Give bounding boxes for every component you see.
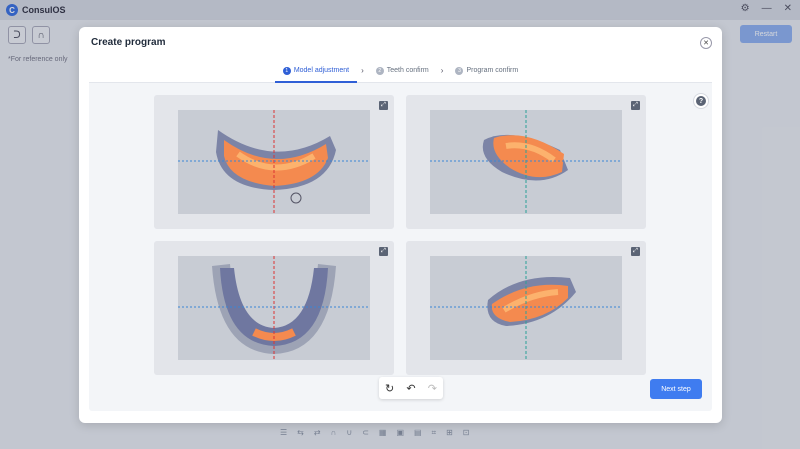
expand-icon[interactable]: ⤢ bbox=[631, 247, 640, 256]
dialog-title: Create program bbox=[91, 37, 166, 48]
model-canvas[interactable] bbox=[430, 256, 622, 360]
expand-icon[interactable]: ⤢ bbox=[631, 101, 640, 110]
step-label: Program confirm bbox=[466, 67, 519, 74]
dental-model-side bbox=[430, 110, 622, 214]
step-label: Teeth confirm bbox=[386, 67, 429, 74]
model-canvas[interactable] bbox=[178, 110, 370, 214]
dental-model-front bbox=[178, 110, 370, 214]
chevron-right-icon: › bbox=[361, 66, 364, 75]
viewport-oblique[interactable]: ⤢ bbox=[406, 241, 646, 375]
model-canvas[interactable] bbox=[178, 256, 370, 360]
viewport-front[interactable]: ⤢ bbox=[154, 95, 394, 229]
model-canvas[interactable] bbox=[430, 110, 622, 214]
undo-icon[interactable]: ↶ bbox=[406, 382, 415, 395]
viewport-occlusal[interactable]: ⤢ bbox=[154, 241, 394, 375]
step-model-adjustment[interactable]: 1 Model adjustment bbox=[274, 59, 358, 83]
viewport-side[interactable]: ⤢ bbox=[406, 95, 646, 229]
step-teeth-confirm[interactable]: 2 Teeth confirm bbox=[375, 59, 429, 83]
edit-toolbar: ↻ ↶ ↷ bbox=[379, 377, 443, 399]
step-number: 3 bbox=[455, 66, 464, 75]
help-icon: ? bbox=[696, 96, 706, 106]
step-program-confirm[interactable]: 3 Program confirm bbox=[455, 59, 518, 83]
help-button[interactable]: ? bbox=[693, 93, 709, 109]
reset-icon[interactable]: ↻ bbox=[385, 382, 394, 395]
redo-icon[interactable]: ↷ bbox=[428, 382, 437, 395]
dental-model-oblique bbox=[430, 256, 622, 360]
stepper: 1 Model adjustment › 2 Teeth confirm › 3… bbox=[89, 59, 712, 83]
expand-icon[interactable]: ⤢ bbox=[379, 247, 388, 256]
expand-icon[interactable]: ⤢ bbox=[379, 101, 388, 110]
step-number: 1 bbox=[282, 66, 291, 75]
dental-model-occlusal bbox=[178, 256, 370, 360]
dialog-close-button[interactable]: ✕ bbox=[700, 37, 712, 49]
step-number: 2 bbox=[375, 66, 384, 75]
chevron-right-icon: › bbox=[440, 66, 444, 75]
create-program-dialog: Create program ✕ 1 Model adjustment › 2 … bbox=[79, 27, 722, 423]
step-label: Model adjustment bbox=[293, 67, 350, 74]
dialog-body: 1 Model adjustment › 2 Teeth confirm › 3… bbox=[89, 59, 712, 411]
next-step-button[interactable]: Next step bbox=[650, 379, 702, 399]
